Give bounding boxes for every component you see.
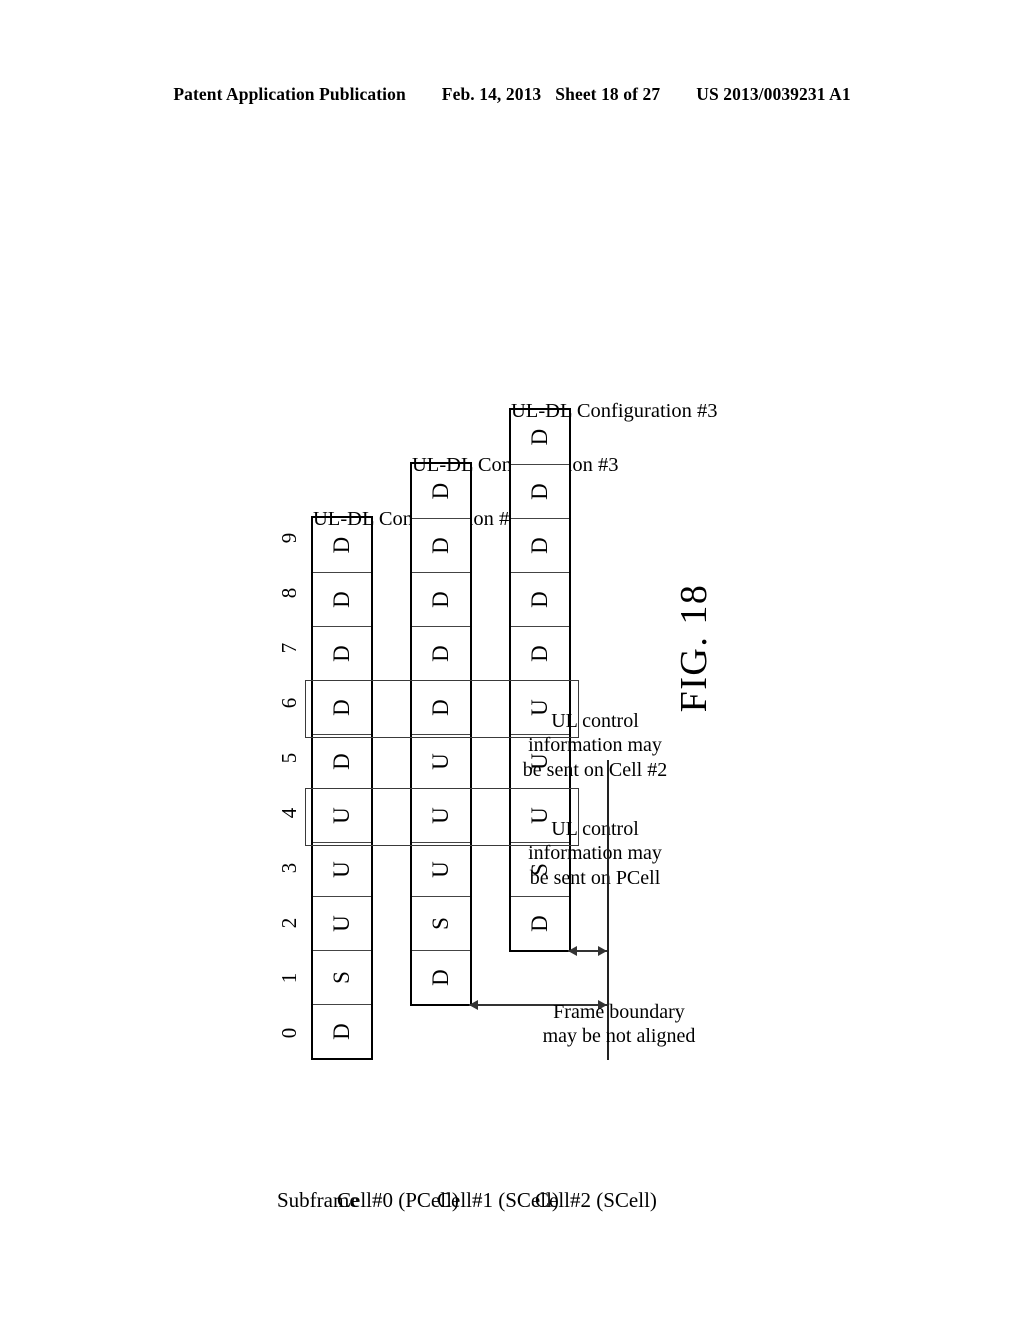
- sf-cell0-3: U: [313, 842, 371, 896]
- sf-cell1-3: U: [412, 788, 470, 842]
- sf-cell0-7: D: [313, 626, 371, 680]
- sf-cell2-7: D: [511, 518, 569, 572]
- cell-row-scell1: D S U U U D D D D D: [410, 462, 472, 1006]
- sf-cell1-7: D: [412, 572, 470, 626]
- annotation-pcell-note: UL control information may be sent on PC…: [528, 818, 662, 889]
- subframe-index-8: 8: [277, 587, 301, 599]
- subframe-index-4: 4: [277, 807, 301, 819]
- sf-cell1-6: D: [412, 626, 470, 680]
- figure-caption: FIG. 18: [673, 583, 715, 713]
- offset-arrow-cell2-head-down: [598, 946, 607, 957]
- offset-arrow-cell1-head-up: [469, 1000, 478, 1011]
- annotation-frame-boundary: Frame boundary may be not aligned: [542, 1001, 696, 1048]
- subframe-index-6: 6: [277, 697, 301, 709]
- subframe-index-9: 9: [277, 532, 301, 544]
- subframe-index-5: 5: [277, 752, 301, 764]
- subframe-index-7: 7: [277, 642, 301, 654]
- header-publication: Patent Application Publication: [173, 84, 406, 104]
- sf-cell1-8: D: [412, 518, 470, 572]
- sf-cell0-4: U: [313, 788, 371, 842]
- sf-cell2-0: D: [511, 896, 569, 950]
- sf-cell1-0: D: [412, 950, 470, 1004]
- subframe-index-2: 2: [277, 917, 301, 929]
- offset-arrow-cell2-head-up: [568, 946, 577, 957]
- sf-cell2-5: D: [511, 626, 569, 680]
- header-patent-number: US 2013/0039231 A1: [696, 84, 851, 104]
- header-sheet: Sheet 18 of 27: [555, 84, 661, 104]
- config-label-cell2: UL-DL Configuration #3: [511, 400, 718, 422]
- sf-cell0-6: D: [313, 680, 371, 734]
- sf-cell1-5: D: [412, 680, 470, 734]
- sf-cell0-5: D: [313, 734, 371, 788]
- subframe-index-3: 3: [277, 862, 301, 874]
- sf-cell1-1: S: [412, 896, 470, 950]
- patent-header: Patent Application Publication Feb. 14, 2…: [0, 84, 1024, 105]
- cell-row-pcell: D S U U U D D D D D: [311, 516, 373, 1060]
- annotation-cell2-note: UL control information may be sent on Ce…: [522, 710, 668, 781]
- sf-cell1-2: U: [412, 842, 470, 896]
- header-date: Feb. 14, 2013: [441, 84, 542, 104]
- subframe-index-1: 1: [277, 972, 301, 984]
- sf-cell1-4: U: [412, 734, 470, 788]
- row-label-cell2: Cell#2 (SCell): [535, 1188, 657, 1212]
- sf-cell0-0: D: [313, 1004, 371, 1058]
- sf-cell0-2: U: [313, 896, 371, 950]
- sf-cell0-1: S: [313, 950, 371, 1004]
- sf-cell0-8: D: [313, 572, 371, 626]
- sf-cell2-8: D: [511, 464, 569, 518]
- sf-cell2-6: D: [511, 572, 569, 626]
- subframe-index-0: 0: [277, 1027, 301, 1039]
